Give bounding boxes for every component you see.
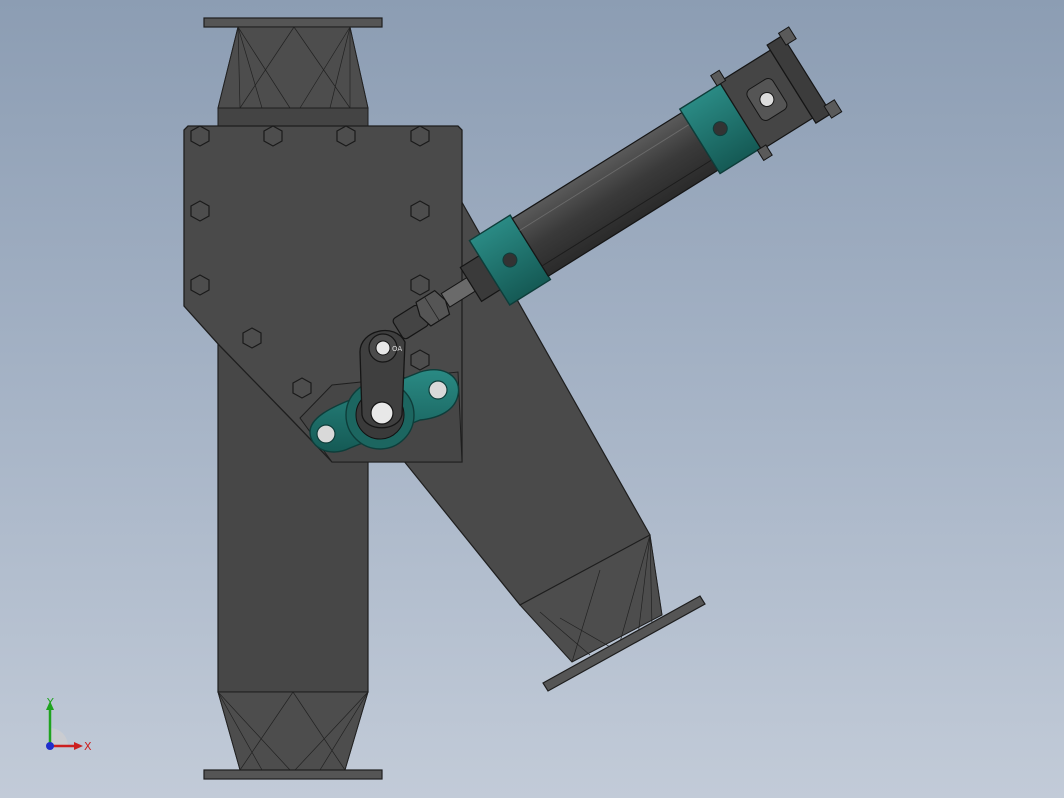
triad-x-arrow — [74, 742, 83, 750]
triad-z-axis — [46, 742, 54, 750]
triad-y-label: Y — [46, 698, 54, 709]
cad-model-view[interactable]: OA — [0, 0, 1064, 798]
top-flange — [203, 17, 383, 127]
orientation-triad: Y X — [46, 698, 92, 753]
triad-x-label: X — [84, 740, 92, 753]
actuator-lever: OA — [359, 330, 406, 429]
graphics-viewport[interactable]: OA Y X — [0, 0, 1064, 798]
rod-end-label: OA — [392, 345, 402, 353]
